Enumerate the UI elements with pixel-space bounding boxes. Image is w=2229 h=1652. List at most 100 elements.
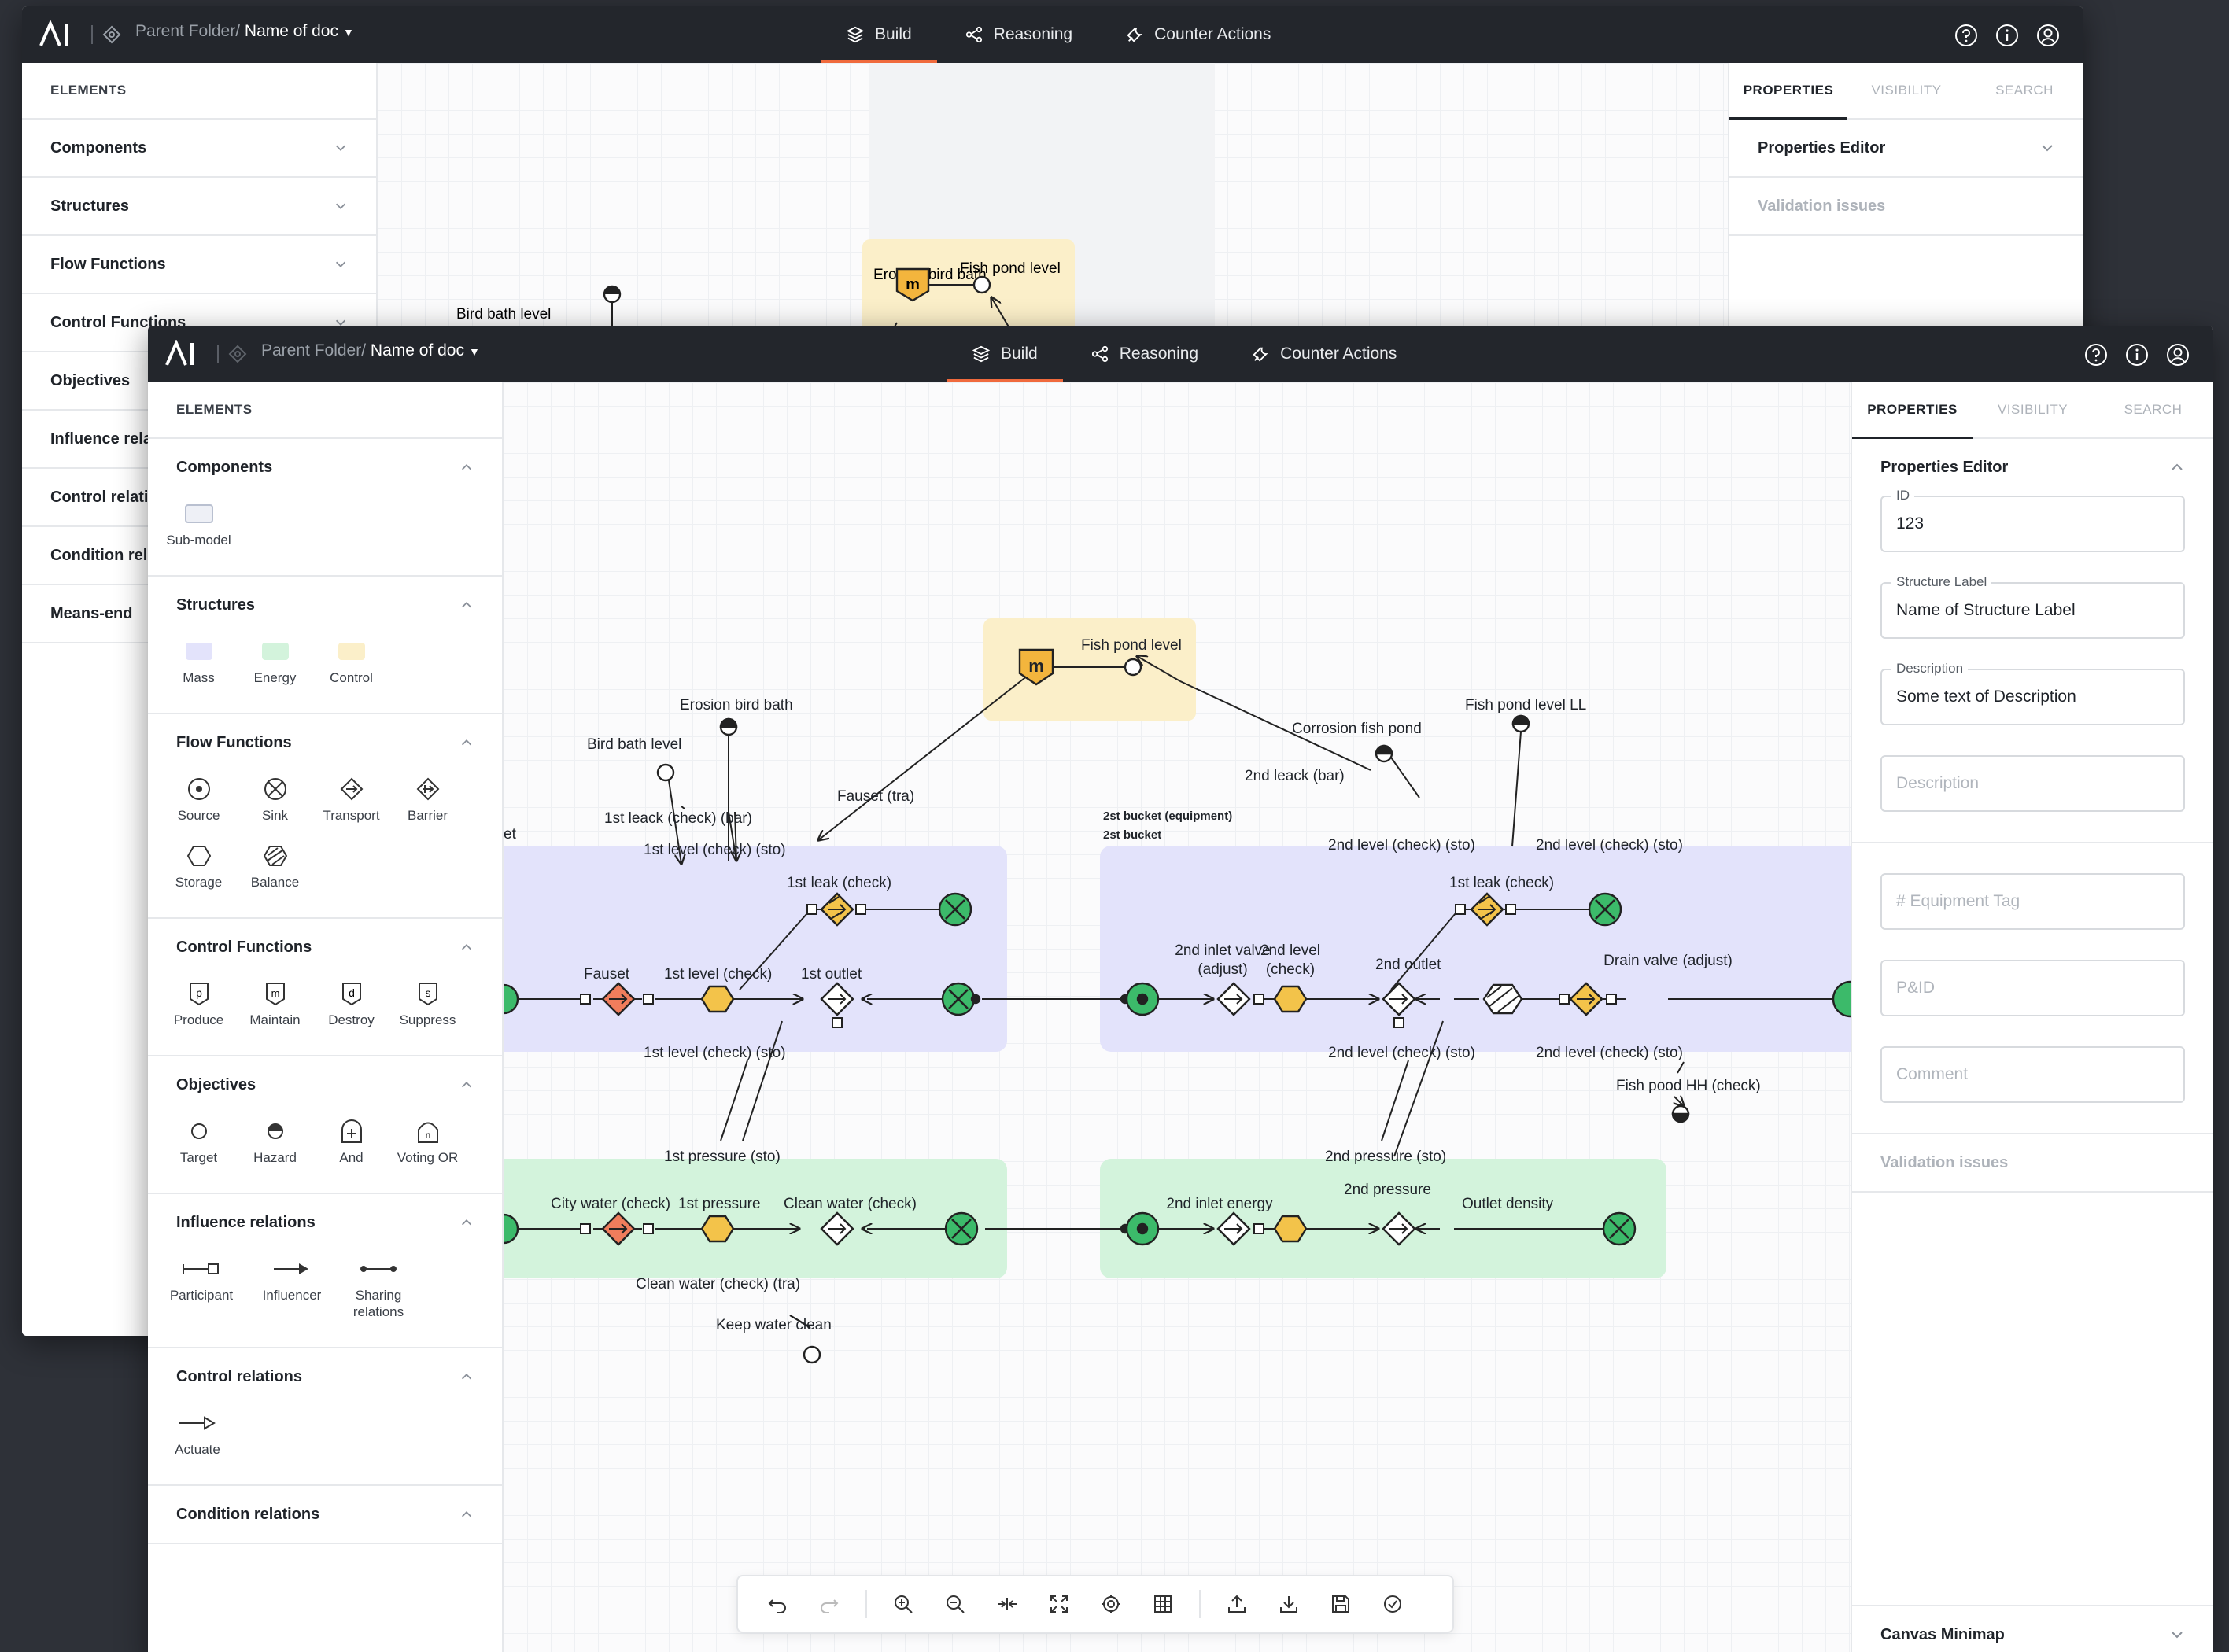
validation-issues-header[interactable]: Validation issues bbox=[1729, 178, 2083, 234]
storage-pressure-2[interactable] bbox=[1273, 1215, 1308, 1243]
target-bird-bath-level[interactable] bbox=[656, 763, 675, 782]
redo-button[interactable] bbox=[807, 1582, 851, 1626]
properties-editor-header[interactable]: Properties Editor bbox=[1729, 120, 2083, 176]
palette-produce[interactable]: p Produce bbox=[161, 975, 237, 1028]
palette-voting-or[interactable]: n Voting OR bbox=[389, 1113, 466, 1166]
section-objectives[interactable]: Objectives bbox=[148, 1056, 502, 1113]
breadcrumb-parent[interactable]: Parent Folder/ bbox=[261, 341, 366, 360]
breadcrumb[interactable]: Parent Folder/ Name of doc ▼ bbox=[135, 22, 354, 41]
palette-destroy[interactable]: d Destroy bbox=[313, 975, 389, 1028]
account-icon[interactable] bbox=[2166, 343, 2190, 367]
structure-label-field[interactable]: Structure Label Name of Structure Label bbox=[1880, 574, 2185, 639]
pid-input[interactable]: P&ID bbox=[1880, 960, 2185, 1016]
section-components[interactable]: Components bbox=[148, 439, 502, 496]
section-control-relations[interactable]: Control relations bbox=[148, 1348, 502, 1405]
hazard-erosion-bird-bath[interactable] bbox=[719, 717, 738, 736]
tab-properties[interactable]: PROPERTIES bbox=[1729, 63, 1847, 120]
palette-influencer[interactable]: Influencer bbox=[249, 1251, 335, 1320]
description-field[interactable]: Description Some text of Description bbox=[1880, 661, 2185, 725]
center-button[interactable] bbox=[1089, 1582, 1133, 1626]
palette-sharing-relations[interactable]: Sharing relations bbox=[335, 1251, 422, 1320]
sink-energy-1[interactable] bbox=[944, 1211, 979, 1246]
palette-transport[interactable]: Transport bbox=[313, 771, 389, 824]
tab-reasoning[interactable]: Reasoning bbox=[940, 6, 1098, 63]
palette-hazard[interactable]: Hazard bbox=[237, 1113, 313, 1166]
comment-input[interactable]: Comment bbox=[1880, 1046, 2185, 1103]
tab-visibility[interactable]: VISIBILITY bbox=[1847, 63, 1965, 118]
section-components[interactable]: Components bbox=[22, 120, 376, 176]
palette-storage[interactable]: Storage bbox=[161, 838, 237, 891]
energy-structure-1[interactable] bbox=[504, 1159, 1007, 1278]
palette-and[interactable]: And bbox=[313, 1113, 389, 1166]
palette-balance[interactable]: Balance bbox=[237, 838, 313, 891]
tab-build[interactable]: Build bbox=[821, 6, 937, 63]
tab-reasoning[interactable]: Reasoning bbox=[1066, 326, 1223, 382]
canvas-minimap-header[interactable]: Canvas Minimap bbox=[1852, 1606, 2213, 1652]
sink-energy-2[interactable] bbox=[1602, 1211, 1637, 1246]
energy-structure-2[interactable] bbox=[1100, 1159, 1666, 1278]
validation-issues-header[interactable]: Validation issues bbox=[1852, 1134, 2213, 1191]
breadcrumb-parent[interactable]: Parent Folder/ bbox=[135, 22, 240, 40]
sink-leak-2[interactable] bbox=[1588, 892, 1622, 927]
palette-maintain[interactable]: m Maintain bbox=[237, 975, 313, 1028]
account-icon[interactable] bbox=[2036, 24, 2060, 47]
mass-structure-1[interactable] bbox=[504, 846, 1007, 1052]
source-energy-2[interactable] bbox=[1125, 1211, 1160, 1246]
hazard-corrosion-fish-pond[interactable] bbox=[1375, 744, 1393, 763]
app-logo-icon[interactable] bbox=[164, 340, 206, 368]
balance-mass-2[interactable] bbox=[1482, 983, 1523, 1015]
help-icon[interactable] bbox=[1954, 24, 1978, 47]
section-flow-functions[interactable]: Flow Functions bbox=[148, 714, 502, 771]
storage-pressure-1[interactable] bbox=[700, 1215, 735, 1243]
target-keep-water-clean[interactable] bbox=[803, 1345, 821, 1364]
collapse-button[interactable] bbox=[985, 1582, 1029, 1626]
source-mass-2[interactable] bbox=[1125, 982, 1160, 1016]
palette-actuate[interactable]: Actuate bbox=[154, 1405, 241, 1458]
doc-name[interactable]: Name of doc bbox=[245, 22, 338, 40]
section-structures[interactable]: Structures bbox=[148, 577, 502, 633]
download-button[interactable] bbox=[1267, 1582, 1311, 1626]
validate-button[interactable] bbox=[1371, 1582, 1415, 1626]
palette-participant[interactable]: Participant bbox=[154, 1251, 249, 1320]
section-control-functions[interactable]: Control Functions bbox=[148, 919, 502, 975]
storage-level-2[interactable] bbox=[1273, 985, 1308, 1013]
help-icon[interactable] bbox=[2084, 343, 2108, 367]
grid-button[interactable] bbox=[1141, 1582, 1185, 1626]
section-structures[interactable]: Structures bbox=[22, 178, 376, 234]
palette-sub-model[interactable]: Sub-model bbox=[161, 496, 237, 548]
hazard-fish-pond-level-ll[interactable] bbox=[1511, 714, 1530, 733]
sink-mass-1[interactable] bbox=[941, 982, 976, 1016]
upload-button[interactable] bbox=[1215, 1582, 1259, 1626]
palette-target[interactable]: Target bbox=[161, 1113, 237, 1166]
palette-sink[interactable]: Sink bbox=[237, 771, 313, 824]
hazard-node[interactable] bbox=[603, 285, 622, 304]
fit-screen-button[interactable] bbox=[1037, 1582, 1081, 1626]
chevron-down-icon[interactable]: ▼ bbox=[469, 345, 480, 358]
breadcrumb[interactable]: Parent Folder/ Name of doc ▼ bbox=[261, 341, 480, 360]
section-flow-functions[interactable]: Flow Functions bbox=[22, 236, 376, 293]
zoom-out-button[interactable] bbox=[933, 1582, 977, 1626]
palette-barrier[interactable]: Barrier bbox=[389, 771, 466, 824]
zoom-in-button[interactable] bbox=[881, 1582, 925, 1626]
sink-leak-1[interactable] bbox=[938, 892, 972, 927]
control-structure-fish-pond[interactable] bbox=[983, 618, 1196, 721]
id-field[interactable]: ID 123 bbox=[1880, 488, 2185, 552]
target-node[interactable] bbox=[972, 275, 991, 294]
undo-button[interactable] bbox=[755, 1582, 799, 1626]
hazard-fish-pond-hh[interactable] bbox=[1671, 1104, 1690, 1123]
tab-visibility[interactable]: VISIBILITY bbox=[1973, 382, 2093, 437]
info-icon[interactable] bbox=[1995, 24, 2019, 47]
tab-build[interactable]: Build bbox=[947, 326, 1063, 382]
save-button[interactable] bbox=[1319, 1582, 1363, 1626]
palette-energy[interactable]: Energy bbox=[237, 633, 313, 686]
equipment-tag-input[interactable]: # Equipment Tag bbox=[1880, 873, 2185, 930]
storage-level-1[interactable] bbox=[700, 985, 735, 1013]
target-fish-pond-level[interactable] bbox=[1124, 658, 1142, 677]
palette-source[interactable]: Source bbox=[161, 771, 237, 824]
palette-control[interactable]: Control bbox=[313, 633, 389, 686]
info-icon[interactable] bbox=[2125, 343, 2149, 367]
section-influence-relations[interactable]: Influence relations bbox=[148, 1194, 502, 1251]
tab-search[interactable]: SEARCH bbox=[1965, 63, 2083, 118]
tab-search[interactable]: SEARCH bbox=[2093, 382, 2213, 437]
chevron-down-icon[interactable]: ▼ bbox=[343, 26, 354, 39]
